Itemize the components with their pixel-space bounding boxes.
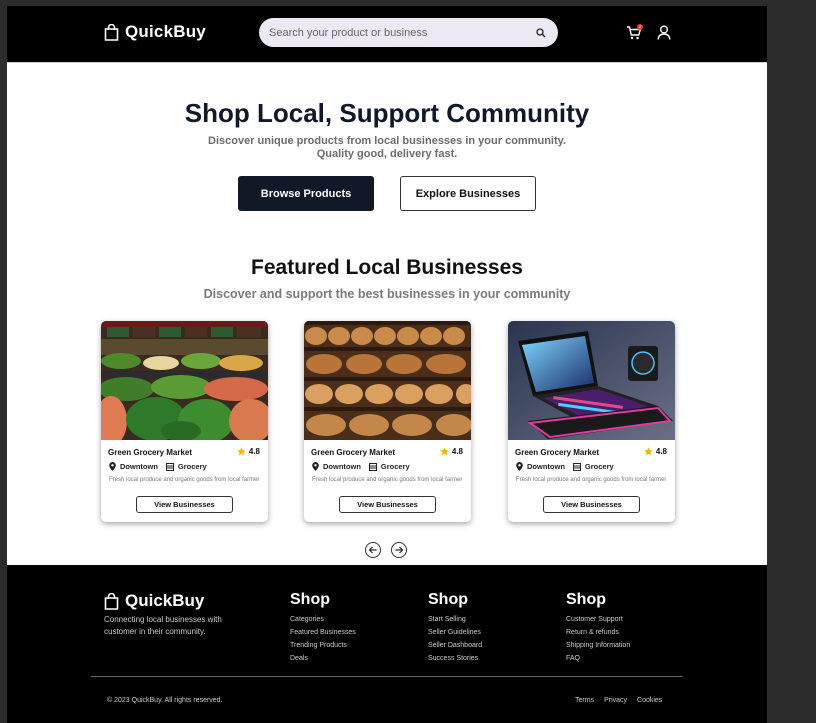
store-icon <box>572 462 581 471</box>
explore-businesses-button[interactable]: Explore Businesses <box>400 176 536 211</box>
cart-count-badge: 2 <box>637 24 643 30</box>
location-pin-icon <box>312 462 319 471</box>
business-meta: Downtown Grocery <box>109 462 207 471</box>
rating-value: 4.8 <box>655 447 667 456</box>
footer-link[interactable]: Deals <box>290 652 356 665</box>
top-navbar: QuickBuy 2 <box>7 6 767 62</box>
business-name: Green Grocery Market <box>108 448 193 457</box>
view-business-button[interactable]: View Businesses <box>136 496 233 513</box>
copyright: © 2023 QuickBuy. All rights reserved. <box>107 697 223 704</box>
footer-column-title: Shop <box>290 591 330 608</box>
business-rating: 4.8 <box>237 447 260 456</box>
shopping-bag-icon <box>104 592 119 610</box>
footer-link[interactable]: Seller Dashboard <box>428 639 482 652</box>
carousel-next-button[interactable] <box>391 542 407 558</box>
business-meta: Downtown Grocery <box>312 462 410 471</box>
footer-brand[interactable]: QuickBuy <box>104 591 204 611</box>
card-body: Green Grocery Market 4.8 Downtown Grocer… <box>304 440 471 522</box>
star-icon <box>237 447 246 456</box>
location-pin-icon <box>516 462 523 471</box>
footer-divider <box>91 676 683 677</box>
privacy-link[interactable]: Privacy <box>604 697 627 704</box>
business-name: Green Grocery Market <box>311 448 396 457</box>
business-image-laptop <box>508 321 675 440</box>
search-input[interactable] <box>269 26 534 39</box>
browse-products-button[interactable]: Browse Products <box>238 176 374 211</box>
business-category: Grocery <box>380 462 410 471</box>
business-card[interactable]: Green Grocery Market 4.8 Downtown Grocer… <box>101 321 268 522</box>
business-card[interactable]: Green Grocery Market 4.8 Downtown Grocer… <box>304 321 471 522</box>
footer-link[interactable]: FAQ <box>566 652 630 665</box>
star-icon <box>440 447 449 456</box>
footer-tagline: Connecting local businesses with custome… <box>104 615 222 636</box>
business-meta: Downtown Grocery <box>516 462 614 471</box>
footer-link[interactable]: Customer Support <box>566 613 630 626</box>
legal-links: Terms Privacy Cookies <box>575 697 662 704</box>
brand-logo[interactable]: QuickBuy <box>104 22 206 42</box>
site-footer: QuickBuy Connecting local businesses wit… <box>7 565 767 723</box>
footer-column: Shop Start Selling Seller Guidelines Sel… <box>428 591 482 665</box>
footer-link[interactable]: Return & refunds <box>566 626 630 639</box>
business-location: Downtown <box>323 462 361 471</box>
hero-subtitle-line2: Quality good, delivery fast. <box>316 148 458 160</box>
business-description: Fresh local produce and organic goods fr… <box>312 477 463 483</box>
business-location: Downtown <box>120 462 158 471</box>
business-category: Grocery <box>584 462 614 471</box>
footer-link[interactable]: Shipping Information <box>566 639 630 652</box>
page-frame: QuickBuy 2 <box>7 6 767 723</box>
header-divider <box>7 62 767 63</box>
view-business-button[interactable]: View Businesses <box>543 496 640 513</box>
account-button[interactable] <box>657 25 671 40</box>
terms-link[interactable]: Terms <box>575 697 594 704</box>
star-icon <box>644 447 653 456</box>
footer-link[interactable]: Trending Products <box>290 639 356 652</box>
arrow-left-icon <box>368 546 377 554</box>
search-bar <box>259 18 558 47</box>
footer-column-title: Shop <box>566 591 606 608</box>
search-button[interactable] <box>534 26 548 40</box>
arrow-right-icon <box>395 546 404 554</box>
business-description: Fresh local produce and organic goods fr… <box>516 477 667 483</box>
featured-title: Featured Local Businesses <box>251 256 523 279</box>
store-icon <box>368 462 377 471</box>
featured-subtitle: Discover and support the best businesses… <box>203 287 571 301</box>
footer-column-title: Shop <box>428 591 468 608</box>
footer-link[interactable]: Featured Businesses <box>290 626 356 639</box>
business-name: Green Grocery Market <box>515 448 600 457</box>
footer-column: Shop Customer Support Return & refunds S… <box>566 591 630 665</box>
business-category: Grocery <box>177 462 207 471</box>
rating-value: 4.8 <box>248 447 260 456</box>
card-body: Green Grocery Market 4.8 Downtown Grocer… <box>101 440 268 522</box>
business-rating: 4.8 <box>644 447 667 456</box>
search-icon <box>536 27 546 37</box>
footer-column: Shop Categories Featured Businesses Tren… <box>290 591 356 665</box>
business-image-bakery <box>304 321 471 440</box>
view-business-button[interactable]: View Businesses <box>339 496 436 513</box>
carousel-prev-button[interactable] <box>365 542 381 558</box>
hero-title: Shop Local, Support Community <box>184 98 590 128</box>
footer-link[interactable]: Seller Guidelines <box>428 626 482 639</box>
location-pin-icon <box>109 462 116 471</box>
brand-name: QuickBuy <box>125 22 206 41</box>
shopping-bag-icon <box>104 23 119 41</box>
rating-value: 4.8 <box>451 447 463 456</box>
business-image-produce <box>101 321 268 440</box>
footer-link[interactable]: Success Stories <box>428 652 482 665</box>
footer-link[interactable]: Categories <box>290 613 356 626</box>
hero-subtitle-line1: Discover unique products from local busi… <box>208 135 566 147</box>
card-body: Green Grocery Market 4.8 Downtown Grocer… <box>508 440 675 522</box>
footer-brand-name: QuickBuy <box>125 591 205 610</box>
footer-link[interactable]: Start Selling <box>428 613 482 626</box>
cookies-link[interactable]: Cookies <box>637 697 662 704</box>
business-location: Downtown <box>527 462 565 471</box>
hero-subtitle: Discover unique products from local busi… <box>187 135 587 161</box>
business-description: Fresh local produce and organic goods fr… <box>109 477 260 483</box>
cart-button[interactable]: 2 <box>626 24 643 41</box>
business-card[interactable]: Green Grocery Market 4.8 Downtown Grocer… <box>508 321 675 522</box>
business-rating: 4.8 <box>440 447 463 456</box>
carousel-controls <box>365 542 407 558</box>
user-icon <box>657 25 671 40</box>
store-icon <box>165 462 174 471</box>
